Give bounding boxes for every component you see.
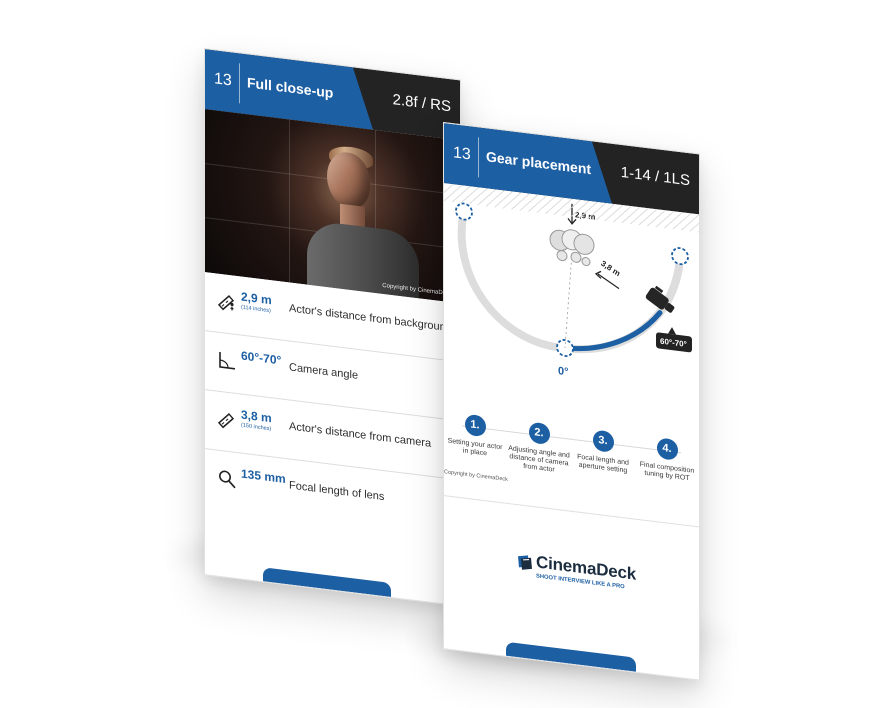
right-card-number: 13 bbox=[453, 144, 471, 164]
spec-value: 135 mm bbox=[241, 466, 286, 487]
step-1: 1. Setting your actor in place bbox=[444, 405, 506, 461]
angle-icon bbox=[217, 350, 237, 372]
gear-copyright: Copyright by CinemaDeck bbox=[444, 469, 508, 483]
left-title-divider bbox=[239, 63, 240, 104]
left-target-marker bbox=[455, 202, 473, 221]
step-number: 3. bbox=[592, 429, 614, 453]
actor-head-group bbox=[549, 229, 595, 267]
spec-label: Actor's distance from camera bbox=[289, 420, 432, 450]
right-target-marker bbox=[671, 247, 689, 266]
step-3: 3. Focal length and aperture setting bbox=[572, 421, 634, 477]
zero-angle-label: 0° bbox=[558, 365, 569, 378]
spec-value: 60°-70° bbox=[241, 348, 282, 368]
cinemadeck-logo-mark bbox=[516, 552, 536, 574]
spec-label: Actor's distance from background bbox=[289, 302, 452, 335]
step-number: 2. bbox=[528, 421, 550, 446]
left-card: 13 Full close-up 2.8f / RS Copyright by … bbox=[204, 48, 461, 607]
gray-arc-left bbox=[457, 207, 569, 353]
gear-placement-diagram: 2,9 m 3,8 m 60°-70° 0° bbox=[444, 183, 699, 437]
right-card-meta: 1-14 / 1LS bbox=[620, 163, 690, 190]
spec-value-wrap: 2,9 m (114 inches) bbox=[241, 290, 288, 318]
spec-value-wrap: 3,8 m (150 inches) bbox=[241, 408, 288, 436]
left-card-number: 13 bbox=[214, 70, 232, 90]
step-label: Adjusting angle and distance of camera f… bbox=[508, 445, 570, 474]
camera-distance-label: 3,8 m bbox=[599, 259, 621, 278]
ruler-actor-icon bbox=[217, 291, 237, 313]
spec-value-wrap: 60°-70° bbox=[241, 348, 288, 370]
photo-grid-line bbox=[289, 119, 290, 283]
angle-badge-pointer bbox=[668, 327, 676, 335]
step-4: 4. Final composition tuning by ROT bbox=[636, 429, 698, 485]
left-card-meta: 2.8f / RS bbox=[392, 91, 451, 116]
lens-icon bbox=[217, 468, 237, 490]
step-label: Focal length and aperture setting bbox=[577, 453, 629, 475]
zero-target-marker bbox=[556, 339, 574, 357]
step-number: 1. bbox=[464, 413, 486, 438]
center-guide-line bbox=[564, 252, 573, 349]
step-number: 4. bbox=[656, 437, 678, 461]
step-label: Setting your actor in place bbox=[447, 437, 503, 458]
portrait-photo: Copyright by CinemaDeck bbox=[205, 109, 460, 304]
spec-label: Focal length of lens bbox=[289, 479, 385, 504]
step-label: Final composition tuning by ROT bbox=[639, 461, 695, 483]
right-title-divider bbox=[478, 137, 479, 178]
spec-label: Camera angle bbox=[289, 361, 359, 382]
ruler-icon bbox=[217, 409, 237, 431]
cinemadeck-mockup: 13 Full close-up 2.8f / RS Copyright by … bbox=[0, 0, 874, 708]
step-2: 2. Adjusting angle and distance of camer… bbox=[508, 413, 570, 477]
spec-list: 2,9 m (114 inches) Actor's distance from… bbox=[205, 272, 460, 588]
cinemadeck-logo: CinemaDeck SHOOT INTERVIEW LIKE A PRO bbox=[516, 549, 636, 609]
right-card: 13 Gear placement 1-14 / 1LS 3,8 m 60°-7… bbox=[443, 122, 700, 681]
spec-value-wrap: 135 mm bbox=[241, 466, 288, 488]
